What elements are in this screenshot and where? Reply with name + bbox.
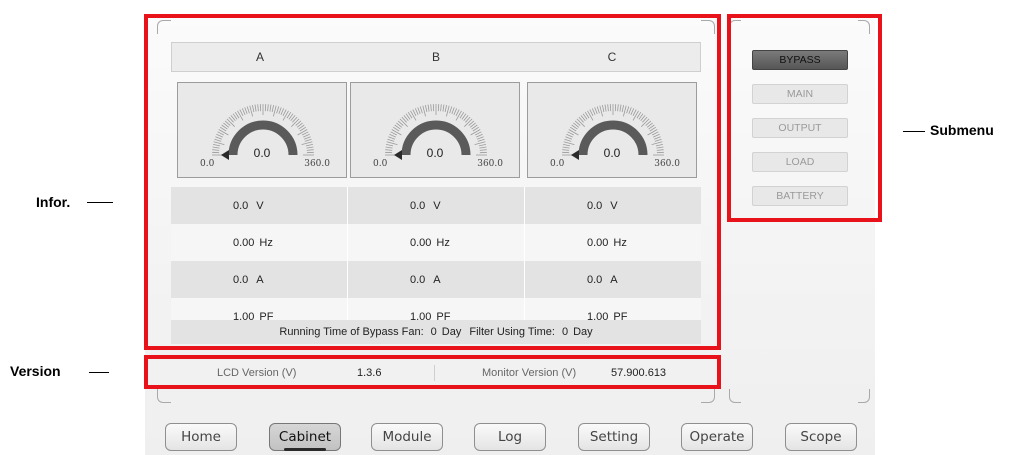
panel-corner: [701, 389, 715, 403]
version-divider: [434, 365, 435, 381]
nav-scope-button[interactable]: Scope: [785, 423, 857, 451]
panel-corner: [701, 20, 715, 34]
voltage-a: 0.0 V: [171, 187, 348, 224]
gauge-phase-a: 0.0 0.0 360.0: [177, 82, 347, 178]
annotation-version-line: [89, 372, 109, 373]
gauge-min-label: 0.0: [200, 159, 215, 169]
current-a: 0.0 A: [171, 261, 348, 298]
fan-running-unit: Day: [441, 326, 462, 338]
panel-corner: [729, 389, 741, 403]
phase-c-label: C: [607, 50, 617, 64]
current-row: 0.0 A 0.0 A 0.0 A: [171, 261, 701, 298]
submenu: BYPASS MAIN OUTPUT LOAD BATTERY: [752, 50, 848, 220]
gauge-phase-b: 0.0 0.0 360.0: [350, 82, 520, 178]
lcd-version-label: LCD Version (V): [217, 367, 297, 379]
phase-header: A B C: [171, 42, 701, 72]
panel-corner: [157, 20, 171, 34]
gauge-min-label: 0.0: [373, 159, 388, 169]
gauge-value: 0.0: [426, 146, 444, 160]
voltage-c: 0.0 V: [587, 199, 618, 212]
fan-running-label: Running Time of Bypass Fan:: [279, 326, 424, 338]
nav-cabinet-button[interactable]: Cabinet: [269, 423, 341, 451]
current-b: 0.0 A: [348, 261, 525, 298]
gauge-min-label: 0.0: [550, 159, 565, 169]
gauge-max-label: 360.0: [477, 159, 503, 169]
filter-time-value: 0: [561, 326, 569, 338]
submenu-bypass-button[interactable]: BYPASS: [752, 50, 848, 70]
panel-corner: [858, 20, 870, 34]
lcd-version-value: 1.3.6: [357, 367, 382, 379]
submenu-load-button[interactable]: LOAD: [752, 152, 848, 172]
panel-corner: [858, 389, 870, 403]
panel-corner: [157, 389, 171, 403]
frequency-a: 0.00 Hz: [171, 224, 348, 261]
current-c: 0.0 A: [587, 273, 618, 286]
frequency-row: 0.00 Hz 0.00 Hz 0.00 Hz: [171, 224, 701, 261]
nav-module-button[interactable]: Module: [371, 423, 443, 451]
phase-b-label: B: [431, 50, 440, 64]
nav-log-button[interactable]: Log: [474, 423, 546, 451]
annotation-submenu-line: [903, 131, 925, 132]
fan-running-value: 0: [430, 326, 437, 338]
frequency-c: 0.00 Hz: [587, 236, 627, 249]
phase-a-label: A: [255, 50, 264, 64]
monitor-version-label: Monitor Version (V): [482, 367, 577, 379]
submenu-main-button[interactable]: MAIN: [752, 84, 848, 104]
nav-home-button[interactable]: Home: [165, 423, 237, 451]
filter-time-unit: Day: [573, 326, 593, 338]
version-bar: LCD Version (V) 1.3.6 Monitor Version (V…: [171, 360, 701, 386]
gauge-phase-c: 0.0 0.0 360.0: [527, 82, 697, 178]
submenu-output-button[interactable]: OUTPUT: [752, 118, 848, 138]
fan-time-row: Running Time of Bypass Fan: 0 Day Filter…: [171, 320, 701, 344]
gauge-max-label: 360.0: [654, 159, 680, 169]
measurement-grid: 0.0 V 0.0 V 0.0 V 0.00 Hz 0.00 Hz 0.00 Hz 0.0 A…: [171, 187, 701, 335]
nav-operate-button[interactable]: Operate: [681, 423, 753, 451]
gauge-value: 0.0: [603, 146, 621, 160]
nav-setting-button[interactable]: Setting: [578, 423, 650, 451]
bottom-nav: Home Cabinet Module Log Setting Operate …: [165, 423, 865, 453]
filter-time-label: Filter Using Time:: [469, 326, 555, 338]
gauge-value: 0.0: [253, 146, 271, 160]
annotation-version-label: Version: [10, 363, 61, 379]
voltage-row: 0.0 V 0.0 V 0.0 V: [171, 187, 701, 224]
monitor-version-value: 57.900.613: [611, 367, 667, 379]
voltage-b: 0.0 V: [348, 187, 525, 224]
frequency-b: 0.00 Hz: [348, 224, 525, 261]
submenu-battery-button[interactable]: BATTERY: [752, 186, 848, 206]
annotation-infor-label: Infor.: [36, 194, 71, 210]
gauge-max-label: 360.0: [304, 159, 330, 169]
annotation-infor-line: [87, 202, 113, 203]
panel-corner: [729, 20, 741, 34]
annotation-submenu-label: Submenu: [930, 122, 994, 138]
